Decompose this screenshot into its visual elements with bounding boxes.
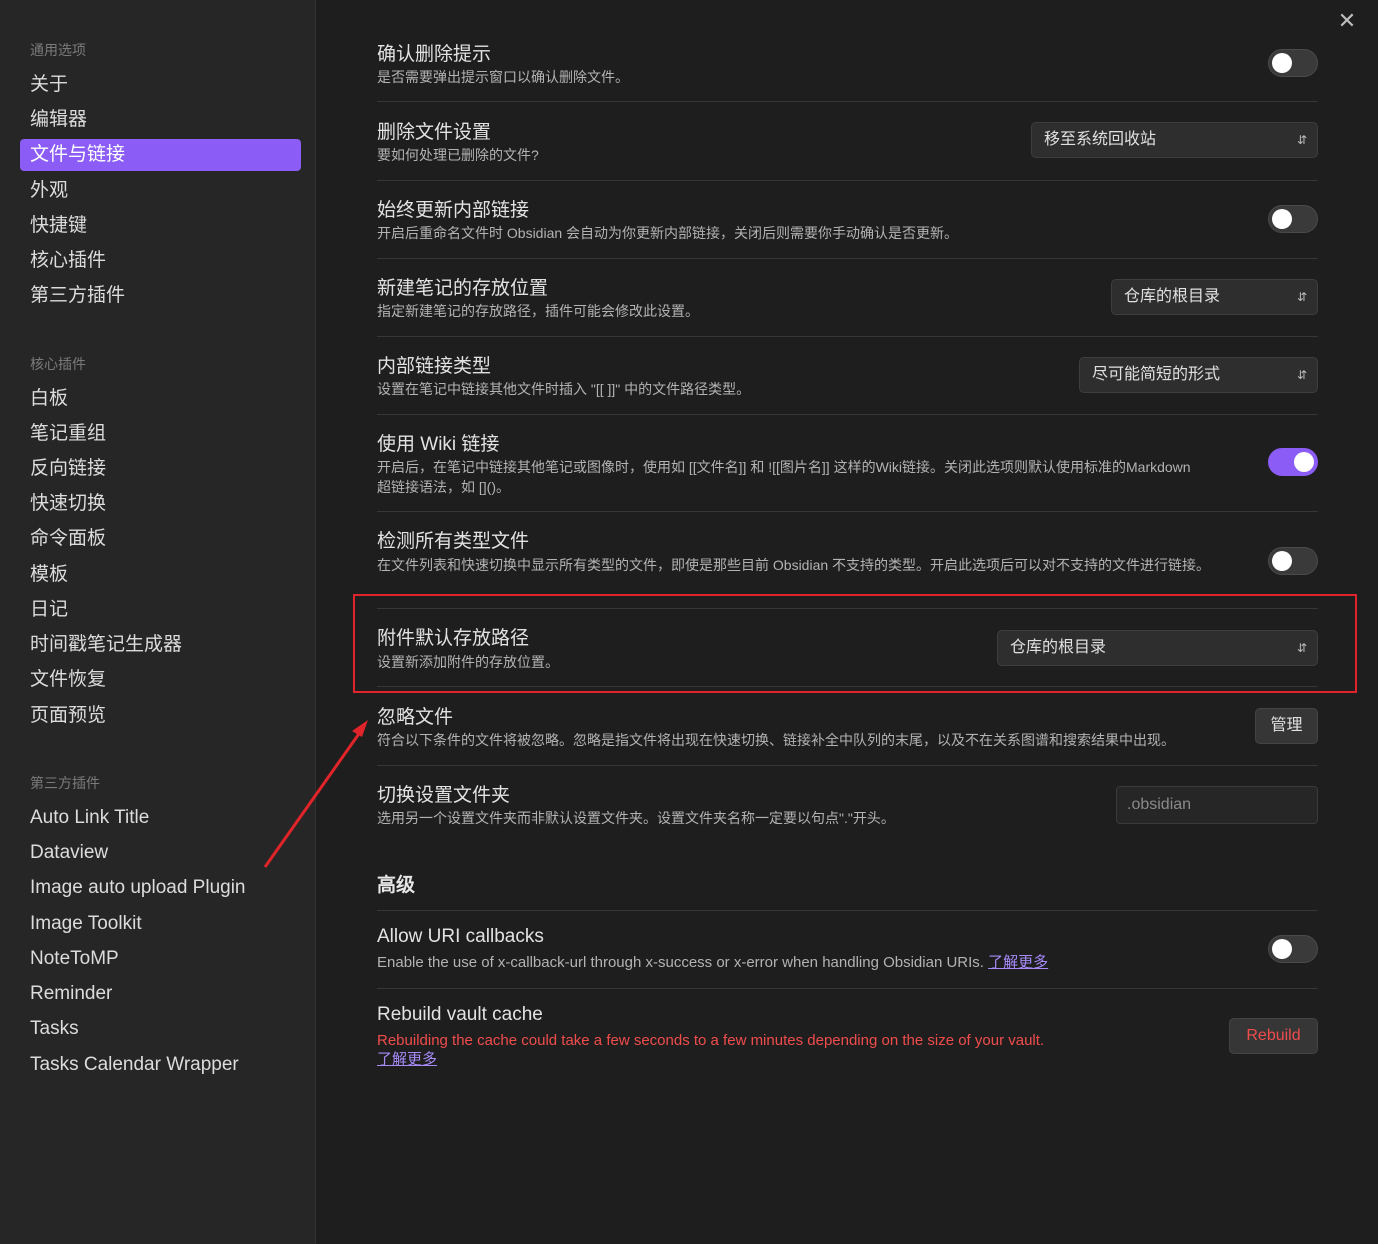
- annotation-arrow: [263, 720, 368, 868]
